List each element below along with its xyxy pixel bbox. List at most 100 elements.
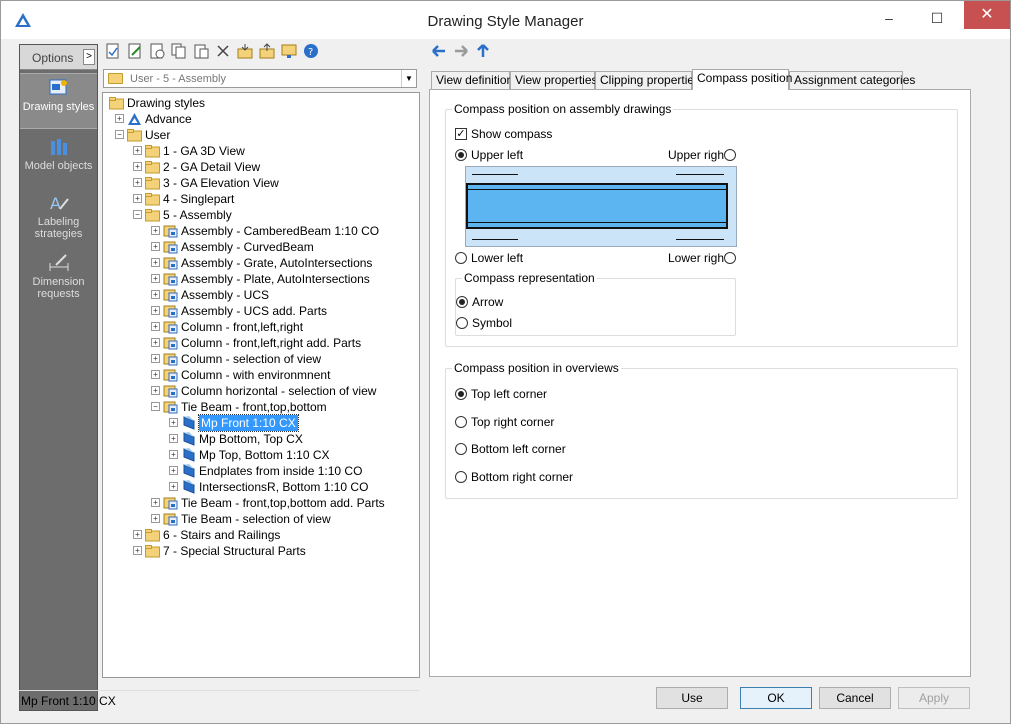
upper-left-radio[interactable] [455,149,467,161]
bottom-left-corner-radio[interactable] [455,443,467,455]
assembly-compass-group: Compass position on assembly drawings ✓ … [445,102,958,347]
back-arrow-icon[interactable] [431,43,447,59]
upper-right-label: Upper right [668,148,728,162]
cancel-button[interactable]: Cancel [819,687,891,709]
expand-toggle[interactable]: + [169,418,178,427]
drawing-style-manager-window: Drawing Style Manager – ☐ ✕ Options > Dr… [0,0,1011,724]
expand-toggle[interactable]: + [133,546,142,555]
tab-view-definition[interactable]: View definition [431,71,513,89]
expand-toggle[interactable]: + [169,434,178,443]
overviews-compass-group: Compass position in overviews Top left c… [445,361,958,499]
drawing-styles-tree[interactable]: Drawing styles + Advance − User +1 - GA 3D Vi… [102,92,420,678]
up-arrow-icon[interactable] [475,43,491,59]
close-button[interactable]: ✕ [964,1,1010,29]
chevron-down-icon[interactable]: ▼ [401,70,416,87]
expand-toggle[interactable]: + [151,290,160,299]
expand-toggle[interactable]: + [151,306,160,315]
delete-icon[interactable] [215,43,231,59]
expand-toggle[interactable]: + [151,338,160,347]
minimize-button[interactable]: – [872,7,906,29]
tree-node-label: Drawing styles [127,96,206,110]
tree-node-label: Assembly - UCS add. Parts [181,304,328,318]
compass-preview [465,166,737,247]
symbol-radio[interactable] [456,317,468,329]
window-title: Drawing Style Manager [427,13,584,30]
tree-node-label: 4 - Singlepart [163,192,235,206]
tab-assignment-categories[interactable]: Assignment categories [789,71,915,89]
tree-node-label: Assembly - Grate, AutoIntersections [181,256,373,270]
expand-toggle[interactable]: + [151,386,160,395]
top-right-corner-radio[interactable] [455,416,467,428]
tree-node-label: Mp Front 1:10 CX [198,414,299,432]
collapse-toggle[interactable]: − [133,210,142,219]
sidebar-item-drawing-styles[interactable]: Drawing styles [20,73,97,129]
expand-toggle[interactable]: + [151,274,160,283]
top-left-corner-label: Top left corner [471,387,548,401]
ok-button[interactable]: OK [740,687,812,709]
expand-toggle[interactable]: + [151,514,160,523]
upper-right-radio[interactable] [724,149,736,161]
bottom-right-corner-radio[interactable] [455,471,467,483]
options-expand-button[interactable]: > [83,49,95,65]
forward-arrow-icon[interactable] [453,43,469,59]
expand-toggle[interactable]: + [151,242,160,251]
drawing-styles-icon [49,79,67,95]
tab-clipping-properties[interactable]: Clipping properties [595,71,700,89]
maximize-button[interactable]: ☐ [920,7,954,29]
lower-left-label: Lower left [471,251,524,265]
tree-node-label: Column horizontal - selection of view [181,384,377,398]
dropdown-value: User - 5 - Assembly [130,73,226,85]
expand-toggle[interactable]: + [151,498,160,507]
upper-left-label: Upper left [471,148,524,162]
beam-top-flange [468,189,726,190]
tree-node-label: Tie Beam - selection of view [181,512,331,526]
sidebar-item-dimension-requests[interactable]: Dimension requests [20,249,97,305]
arrow-radio[interactable] [456,296,468,308]
expand-toggle[interactable]: + [151,258,160,267]
top-right-corner-label: Top right corner [471,415,555,429]
properties-icon[interactable] [105,43,121,59]
expand-toggle[interactable]: + [133,162,142,171]
sidebar-item-labeling-strategies[interactable]: A Labeling strategies [20,189,97,245]
top-left-corner-radio[interactable] [455,388,467,400]
expand-toggle[interactable]: + [169,482,178,491]
use-button[interactable]: Use [656,687,728,709]
arrow-lower-right [676,239,724,240]
copy-icon[interactable] [171,43,187,59]
collapse-toggle[interactable]: − [151,402,160,411]
svg-text:?: ? [308,47,313,58]
expand-toggle[interactable]: + [133,178,142,187]
expand-toggle[interactable]: + [151,226,160,235]
tab-view-properties[interactable]: View properties [510,71,598,89]
lower-right-radio[interactable] [724,252,736,264]
new-document-icon[interactable] [149,43,165,59]
style-folder-dropdown[interactable]: User - 5 - Assembly ▼ [103,69,417,88]
edit-icon[interactable] [127,43,143,59]
help-icon[interactable]: ? [303,43,319,59]
show-compass-checkbox[interactable]: ✓ [455,128,467,140]
tree-node-label: User [145,128,171,142]
sidebar-item-model-objects[interactable]: Model objects [20,133,97,181]
preview-icon[interactable] [281,43,297,59]
status-text: Mp Front 1:10 CX [21,694,116,708]
expand-toggle[interactable]: + [133,146,142,155]
expand-toggle[interactable]: + [151,322,160,331]
expand-toggle[interactable]: + [133,530,142,539]
tree-node-label: 5 - Assembly [163,208,232,222]
expand-toggle[interactable]: + [151,354,160,363]
expand-toggle[interactable]: + [169,466,178,475]
import-icon[interactable] [237,43,253,59]
expand-toggle[interactable]: + [133,194,142,203]
group-title: Compass representation [462,271,597,285]
symbol-label: Symbol [472,316,513,330]
representation-group: Compass representation Arrow Symbol [455,271,736,336]
paste-icon[interactable] [193,43,209,59]
tab-compass-position[interactable]: Compass position [692,69,792,90]
lower-left-radio[interactable] [455,252,467,264]
expand-toggle[interactable]: + [151,370,160,379]
expand-toggle[interactable]: + [169,450,178,459]
export-icon[interactable] [259,43,275,59]
collapse-toggle[interactable]: − [115,130,124,139]
tab-panel: Compass position on assembly drawings ✓ … [429,89,971,677]
expand-toggle[interactable]: + [115,114,124,123]
